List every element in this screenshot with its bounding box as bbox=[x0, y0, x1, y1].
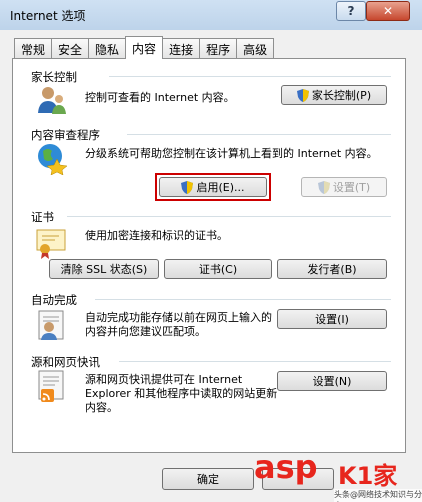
tab-advanced[interactable]: 高级 bbox=[236, 38, 275, 59]
close-button[interactable]: ✕ bbox=[366, 1, 410, 21]
settings-button-label: 设置(T) bbox=[332, 181, 371, 194]
tab-general[interactable]: 常规 bbox=[14, 38, 53, 59]
parental-controls-button[interactable]: 家长控制(P) bbox=[281, 85, 387, 105]
divider bbox=[119, 361, 391, 362]
tab-content[interactable]: 内容 bbox=[125, 36, 164, 59]
feeds-settings-button[interactable]: 设置(N) bbox=[277, 371, 387, 391]
shield-icon bbox=[296, 88, 309, 102]
ok-button[interactable]: 确定 bbox=[162, 468, 254, 490]
certificates-button[interactable]: 证书(C) bbox=[164, 259, 272, 279]
watermark-subtitle: 头条@网络技术知识与分享 bbox=[334, 489, 422, 502]
clear-ssl-state-button[interactable]: 清除 SSL 状态(S) bbox=[49, 259, 159, 279]
publishers-button[interactable]: 发行者(B) bbox=[277, 259, 387, 279]
shield-icon bbox=[181, 180, 194, 194]
certificates-description: 使用加密连接和标识的证书。 bbox=[85, 229, 228, 242]
help-icon: ? bbox=[347, 4, 355, 18]
content-advisor-enable-button[interactable]: 启用(E)... bbox=[159, 177, 267, 197]
content-panel: 家长控制 控制可查看的 Internet 内容。 家长控制(P) 内容审查程序 … bbox=[12, 58, 406, 453]
autocomplete-icon bbox=[38, 310, 64, 340]
tab-security[interactable]: 安全 bbox=[51, 38, 90, 59]
content-advisor-icon bbox=[38, 144, 68, 175]
feeds-description: 源和网页快讯提供可在 Internet Explorer 和其他程序中读取的网站… bbox=[85, 373, 278, 414]
certificates-heading: 证书 bbox=[31, 209, 58, 225]
autocomplete-description: 自动完成功能存储以前在网页上输入的内容并向您建议匹配项。 bbox=[85, 311, 272, 338]
watermark-brand: asp bbox=[254, 448, 318, 486]
certificate-icon bbox=[36, 229, 66, 259]
tab-programs[interactable]: 程序 bbox=[199, 38, 238, 59]
feeds-heading: 源和网页快讯 bbox=[31, 354, 104, 370]
tab-privacy[interactable]: 隐私 bbox=[88, 38, 127, 59]
divider bbox=[109, 76, 391, 77]
parental-controls-description: 控制可查看的 Internet 内容。 bbox=[85, 91, 235, 104]
enable-button-label: 启用(E)... bbox=[196, 181, 245, 194]
help-button[interactable]: ? bbox=[336, 1, 366, 21]
close-icon: ✕ bbox=[382, 4, 394, 18]
content-advisor-description: 分级系统可帮助您控制在该计算机上看到的 Internet 内容。 bbox=[85, 147, 378, 160]
tab-connections[interactable]: 连接 bbox=[162, 38, 201, 59]
content-advisor-settings-button[interactable]: 设置(T) bbox=[301, 177, 387, 197]
divider bbox=[127, 134, 391, 135]
feeds-icon bbox=[38, 370, 64, 402]
parental-controls-icon bbox=[38, 87, 66, 114]
window-title: Internet 选项 bbox=[10, 9, 86, 23]
parental-controls-button-label: 家长控制(P) bbox=[311, 89, 372, 102]
shield-icon bbox=[317, 180, 330, 194]
watermark-cn: K1家 bbox=[338, 462, 398, 490]
tab-strip: 常规 安全 隐私 内容 连接 程序 高级 bbox=[14, 36, 275, 59]
autocomplete-heading: 自动完成 bbox=[31, 292, 81, 308]
watermark: asp K1家 头条@网络技术知识与分享 bbox=[254, 448, 422, 502]
divider bbox=[67, 216, 391, 217]
autocomplete-settings-button[interactable]: 设置(I) bbox=[277, 309, 387, 329]
title-bar: Internet 选项 ? ✕ bbox=[0, 0, 422, 30]
divider bbox=[95, 299, 391, 300]
